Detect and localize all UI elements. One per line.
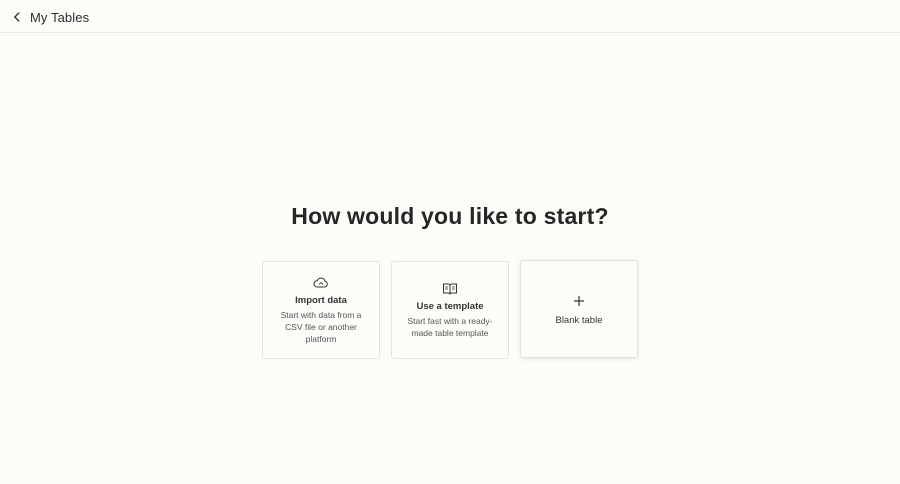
back-link-label: My Tables bbox=[30, 9, 90, 25]
import-data-title: Import data bbox=[295, 295, 347, 306]
book-icon bbox=[442, 281, 458, 297]
cloud-icon bbox=[313, 275, 329, 291]
blank-table-card[interactable]: Blank table bbox=[520, 260, 638, 358]
use-template-title: Use a template bbox=[416, 301, 484, 312]
page-title: How would you like to start? bbox=[291, 203, 609, 229]
back-to-my-tables-link[interactable]: My Tables bbox=[10, 6, 89, 28]
plus-icon bbox=[571, 293, 587, 309]
import-data-description: Start with data from a CSV file or anoth… bbox=[280, 310, 362, 344]
use-template-description: Start fast with a ready-made table templ… bbox=[407, 316, 493, 338]
blank-table-title: Blank table bbox=[555, 314, 603, 326]
import-data-card[interactable]: Import data Start with data from a CSV f… bbox=[262, 261, 380, 359]
top-bar: My Tables bbox=[0, 0, 900, 33]
use-template-card[interactable]: Use a template Start fast with a ready-m… bbox=[391, 261, 509, 359]
chevron-left-icon bbox=[10, 10, 24, 24]
